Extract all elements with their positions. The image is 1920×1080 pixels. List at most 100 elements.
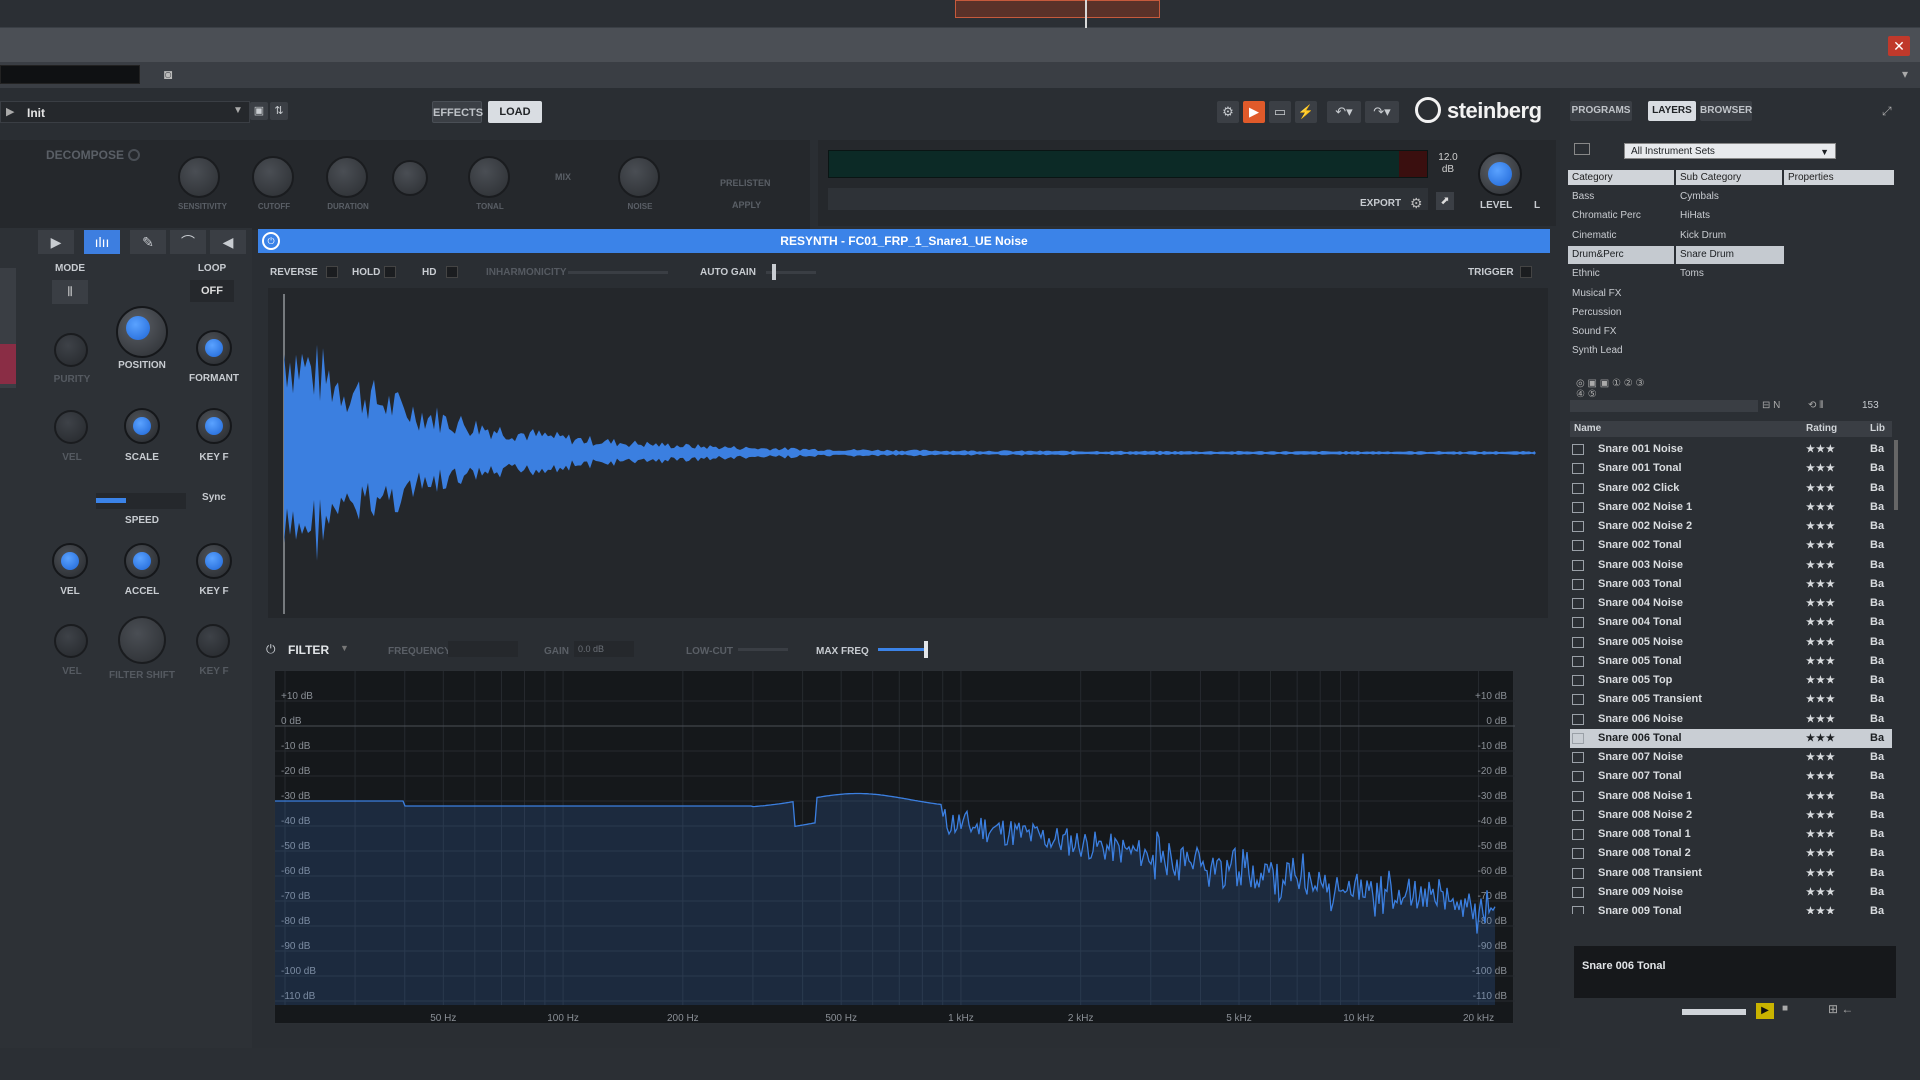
preset-rating[interactable]: ★★★ — [1806, 710, 1836, 729]
columns-icon[interactable]: ⟲ ⦀ — [1808, 400, 1824, 411]
preview-volume-slider[interactable] — [1682, 1009, 1746, 1015]
list-item[interactable]: Snare 005 Noise ★★★ Ba — [1570, 633, 1892, 652]
list-item[interactable]: Snare 009 Noise ★★★ Ba — [1570, 883, 1892, 902]
filter-shift-knob[interactable] — [118, 616, 166, 664]
properties-column-header[interactable]: Properties — [1784, 170, 1894, 185]
tab-pencil-icon[interactable]: ✎ — [130, 230, 166, 254]
preview-stop-icon[interactable]: ■ — [1782, 1003, 1788, 1014]
list-item[interactable]: Snare 002 Noise 1 ★★★ Ba — [1570, 498, 1892, 517]
max-freq-handle[interactable] — [924, 641, 928, 658]
preset-selector[interactable]: ▶ Init ▼ — [0, 101, 250, 123]
max-freq-slider[interactable] — [878, 648, 928, 651]
export-button[interactable]: EXPORT — [1360, 198, 1401, 209]
list-item[interactable]: Snare 008 Noise 1 ★★★ Ba — [1570, 787, 1892, 806]
mute-solo-indicator[interactable] — [0, 344, 16, 384]
play-preset-icon[interactable]: ▶ — [6, 105, 14, 118]
reverse-checkbox[interactable] — [326, 266, 338, 278]
camera-icon[interactable]: ◙ — [164, 66, 182, 82]
preset-rating[interactable]: ★★★ — [1806, 594, 1836, 613]
mode-selector[interactable]: ⫼ — [52, 280, 88, 304]
undo-icon[interactable]: ↶▾ — [1327, 101, 1361, 123]
vel-top-knob[interactable] — [54, 410, 88, 444]
frequency-field[interactable] — [448, 641, 518, 657]
category-item[interactable]: Cinematic — [1568, 227, 1674, 245]
noise-knob[interactable] — [618, 156, 660, 198]
preset-rating[interactable]: ★★★ — [1806, 767, 1836, 786]
preset-rating[interactable]: ★★★ — [1806, 556, 1836, 575]
sync-toggle[interactable]: Sync — [174, 492, 254, 503]
rating-column-header[interactable]: Rating — [1806, 423, 1837, 434]
subcategory-item[interactable]: Snare Drum — [1676, 245, 1784, 264]
preset-rating[interactable]: ★★★ — [1806, 690, 1836, 709]
preset-rating[interactable]: ★★★ — [1806, 883, 1836, 902]
list-item[interactable]: Snare 004 Noise ★★★ Ba — [1570, 594, 1892, 613]
preset-rating[interactable]: ★★★ — [1806, 748, 1836, 767]
loop-toggle[interactable]: OFF — [190, 280, 234, 302]
scale-knob[interactable] — [124, 408, 160, 444]
view-toggle-icon[interactable]: ⊟ N — [1762, 400, 1780, 411]
load-button[interactable]: LOAD — [488, 101, 542, 123]
vel-filter-knob[interactable] — [54, 624, 88, 658]
list-item[interactable]: Snare 007 Tonal ★★★ Ba — [1570, 767, 1892, 786]
trigger-checkbox[interactable] — [1520, 266, 1532, 278]
list-item[interactable]: Snare 008 Noise 2 ★★★ Ba — [1570, 806, 1892, 825]
low-cut-slider[interactable] — [738, 648, 788, 651]
apply-button[interactable]: APPLY — [732, 200, 761, 210]
list-item[interactable]: Snare 002 Click ★★★ Ba — [1570, 479, 1892, 498]
filter-toggle-icon[interactable] — [1574, 143, 1590, 155]
category-item[interactable]: Bass — [1568, 188, 1674, 206]
preset-rating[interactable]: ★★★ — [1806, 479, 1836, 498]
preset-rating[interactable]: ★★★ — [1806, 825, 1836, 844]
duration-knob[interactable] — [326, 156, 368, 198]
level-knob[interactable] — [1478, 152, 1522, 196]
expand-icon[interactable]: ⤢ — [1882, 104, 1892, 119]
lightning-icon[interactable]: ⚡ — [1295, 101, 1317, 123]
preset-rating[interactable]: ★★★ — [1806, 459, 1836, 478]
list-item[interactable]: Snare 008 Transient ★★★ Ba — [1570, 864, 1892, 883]
waveform-display[interactable] — [268, 288, 1548, 618]
record-icon[interactable]: ▶ — [1243, 101, 1265, 123]
tab-envelope-icon[interactable]: ⌒ — [170, 230, 206, 254]
search-input[interactable] — [1570, 400, 1758, 412]
list-item[interactable]: Snare 008 Tonal 2 ★★★ Ba — [1570, 844, 1892, 863]
tonal-knob[interactable] — [468, 156, 510, 198]
filter-power-icon[interactable]: ⏻ — [266, 642, 276, 657]
tab-resynth-icon[interactable]: ılıı — [84, 230, 120, 254]
vel-knob[interactable] — [52, 543, 88, 579]
cutoff-knob[interactable] — [252, 156, 294, 198]
list-item[interactable]: Snare 006 Tonal ★★★ Ba — [1570, 728, 1892, 748]
list-item[interactable]: Snare 009 Tonal ★★★ Ba — [1570, 902, 1892, 914]
list-item[interactable]: Snare 005 Transient ★★★ Ba — [1570, 690, 1892, 709]
save-icon[interactable]: ▣ — [250, 102, 268, 120]
subcategory-item[interactable]: HiHats — [1676, 207, 1784, 225]
redo-icon[interactable]: ↷▾ — [1365, 101, 1399, 123]
inharmonicity-slider[interactable] — [568, 271, 668, 274]
list-item[interactable]: Snare 006 Noise ★★★ Ba — [1570, 710, 1892, 729]
key-f-filter-knob[interactable] — [196, 624, 230, 658]
subcategory-column-header[interactable]: Sub Category — [1676, 170, 1782, 185]
category-item[interactable]: Musical FX — [1568, 285, 1674, 303]
list-item[interactable]: Snare 001 Noise ★★★ Ba — [1570, 440, 1892, 459]
spectrum-display[interactable]: +10 dB +10 dB 0 dB 0 dB -10 dB -10 dB -20 dB -2… — [274, 670, 1515, 1024]
list-item[interactable]: Snare 002 Tonal ★★★ Ba — [1570, 536, 1892, 555]
key-f-speed-knob[interactable] — [196, 543, 232, 579]
settings-gear-icon[interactable]: ⚙ — [1410, 195, 1423, 212]
preset-rating[interactable]: ★★★ — [1806, 633, 1836, 652]
preset-rating[interactable]: ★★★ — [1806, 440, 1836, 459]
playhead[interactable] — [1085, 0, 1087, 28]
preset-rating[interactable]: ★★★ — [1806, 844, 1836, 863]
tab-layers[interactable]: LAYERS — [1648, 101, 1696, 121]
preset-rating[interactable]: ★★★ — [1806, 902, 1836, 914]
drag-export-icon[interactable]: ⬈ — [1436, 192, 1454, 210]
preset-rating[interactable]: ★★★ — [1806, 729, 1836, 748]
position-knob[interactable] — [116, 306, 168, 358]
subcategory-item[interactable]: Cymbals — [1676, 188, 1784, 206]
formant-knob[interactable] — [196, 330, 232, 366]
sort-icon[interactable]: ⇅ — [270, 102, 288, 120]
decompose-power-icon[interactable] — [128, 149, 140, 161]
list-item[interactable]: Snare 008 Tonal 1 ★★★ Ba — [1570, 825, 1892, 844]
tab-speaker-icon[interactable]: ◀ — [210, 230, 246, 254]
gear-icon[interactable]: ⚙ — [1217, 101, 1239, 123]
preset-rating[interactable]: ★★★ — [1806, 671, 1836, 690]
load-preset-icon[interactable]: ⊞ ← — [1828, 1002, 1853, 1016]
